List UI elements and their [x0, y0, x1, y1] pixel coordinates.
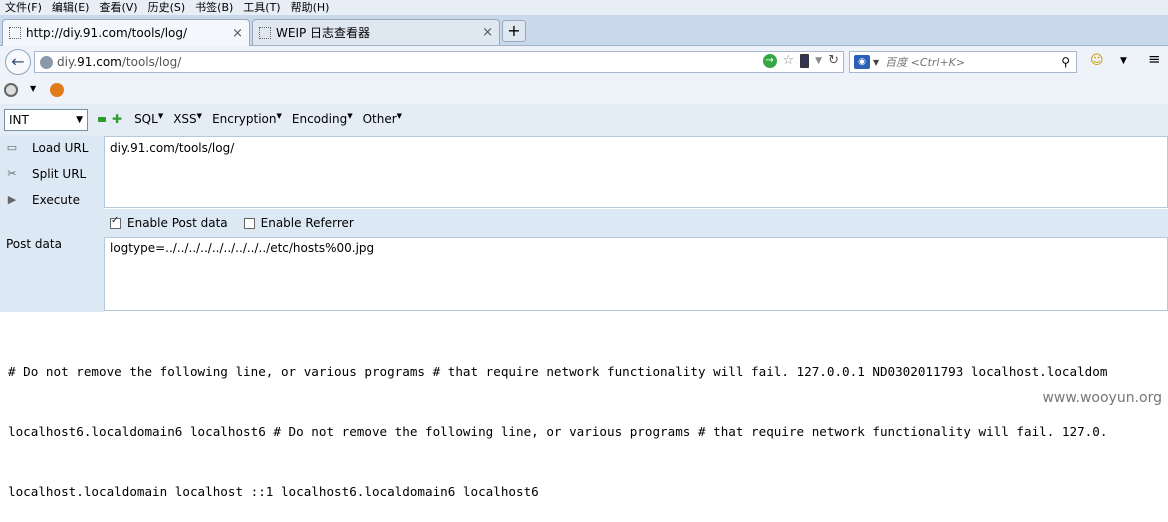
menu-icon[interactable]: ≡ [1148, 50, 1161, 68]
encryption-menu[interactable]: Encryption▼ [212, 112, 282, 126]
hackbar-logo-icon[interactable] [50, 83, 64, 97]
menu-file[interactable]: 文件(F) [0, 0, 47, 15]
url-textarea[interactable]: diy.91.com/tools/log/ [104, 136, 1168, 208]
reload-icon[interactable]: ↻ [828, 53, 839, 68]
options-row: Enable Post data Enable Referrer [104, 209, 1168, 237]
addon-icon[interactable]: ☺ [1090, 53, 1104, 68]
tab-weip[interactable]: WEIP 日志查看器 × [252, 19, 500, 45]
xss-menu[interactable]: XSS▼ [173, 112, 202, 126]
nav-bar: ← diy.91.com/tools/log/ → ☆ ▼ ↻ ◉ ▼ 百度 <… [0, 46, 1168, 76]
chevron-down-icon[interactable]: ▼ [873, 58, 879, 67]
new-tab-button[interactable]: + [502, 20, 526, 42]
menu-view[interactable]: 查看(V) [94, 0, 142, 15]
go-icon[interactable]: → [762, 53, 777, 68]
menu-bar: 文件(F) 编辑(E) 查看(V) 历史(S) 书签(B) 工具(T) 帮助(H… [0, 0, 1168, 15]
back-button[interactable]: ← [5, 49, 31, 75]
address-bar[interactable]: diy.91.com/tools/log/ → ☆ ▼ ↻ [34, 51, 844, 73]
search-icon[interactable]: ⚲ [1061, 55, 1070, 69]
play-icon: ▶ [7, 193, 17, 206]
search-box[interactable]: ◉ ▼ 百度 <Ctrl+K> ⚲ [849, 51, 1077, 73]
search-placeholder: 百度 <Ctrl+K> [885, 56, 966, 69]
address-text: diy.91.com/tools/log/ [57, 55, 182, 69]
gear-icon[interactable] [4, 83, 18, 97]
mobile-icon[interactable] [800, 53, 810, 68]
menu-tools[interactable]: 工具(T) [238, 0, 285, 15]
tab-strip: http://diy.91.com/tools/log/ × WEIP 日志查看… [0, 15, 1168, 46]
close-icon[interactable]: × [232, 26, 243, 41]
chevron-down-icon: ▼ [76, 115, 83, 125]
hackbar-toolbar: INT ▼ ✚ SQL▼ XSS▼ Encryption▼ Encoding▼ … [0, 104, 1168, 137]
type-select[interactable]: INT ▼ [4, 109, 88, 131]
output-line: localhost.localdomain localhost ::1 loca… [8, 484, 539, 499]
output-line: localhost6.localdomain6 localhost6 # Do … [8, 424, 1108, 439]
chevron-down-icon[interactable]: ▼ [1120, 56, 1127, 66]
menu-bookmarks[interactable]: 书签(B) [190, 0, 238, 15]
execute-button[interactable]: ▶ Execute [4, 193, 80, 207]
globe-icon [40, 55, 53, 69]
enable-post-checkbox[interactable] [110, 215, 121, 229]
chevron-down-icon[interactable]: ▼ [30, 84, 36, 93]
enable-referrer-checkbox[interactable] [243, 217, 255, 229]
post-data-textarea[interactable]: logtype=../../../../../../../../../etc/h… [104, 237, 1168, 311]
enable-post-label: Enable Post data [127, 216, 228, 230]
tab-title: WEIP 日志查看器 [276, 26, 371, 40]
page-icon [9, 27, 21, 39]
post-data-label: Post data [6, 237, 62, 251]
baidu-icon[interactable]: ◉ [854, 55, 870, 69]
enable-referrer-label: Enable Referrer [260, 216, 354, 230]
page-output: # Do not remove the following line, or v… [8, 322, 1168, 522]
tab-title: http://diy.91.com/tools/log/ [26, 26, 188, 40]
output-line: # Do not remove the following line, or v… [8, 364, 1108, 379]
scissors-icon: ✂ [7, 167, 17, 180]
encoding-menu[interactable]: Encoding▼ [292, 112, 353, 126]
decrease-icon[interactable] [98, 116, 106, 122]
watermark: www.wooyun.org [1042, 390, 1162, 406]
hackbar-top: ▼ [0, 76, 1168, 104]
star-icon[interactable]: ☆ [783, 53, 795, 68]
split-url-button[interactable]: ✂ Split URL [4, 167, 86, 181]
close-icon[interactable]: × [482, 25, 493, 40]
hackbar-left-panel: ▭ Load URL ✂ Split URL ▶ Execute [0, 136, 104, 312]
tab-diy-log[interactable]: http://diy.91.com/tools/log/ × [2, 19, 250, 46]
increase-icon[interactable]: ✚ [112, 112, 122, 126]
load-url-icon: ▭ [6, 141, 18, 154]
other-menu[interactable]: Other▼ [363, 112, 402, 126]
menu-history[interactable]: 历史(S) [143, 0, 191, 15]
page-icon [259, 26, 271, 39]
sql-menu[interactable]: SQL▼ [134, 112, 163, 126]
load-url-button[interactable]: ▭ Load URL [4, 141, 89, 155]
menu-edit[interactable]: 编辑(E) [47, 0, 95, 15]
dropdown-icon[interactable]: ▼ [815, 56, 822, 66]
menu-help[interactable]: 帮助(H) [286, 0, 335, 15]
